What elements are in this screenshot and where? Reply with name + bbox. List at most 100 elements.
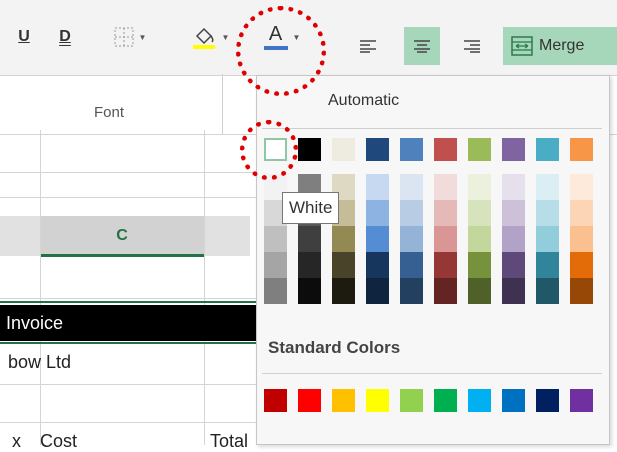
theme-shade-swatch[interactable] [366,252,389,278]
tooltip-text: White [289,198,333,217]
divider [262,373,602,374]
selection-border-top [0,301,256,303]
fill-color-button[interactable]: ▼ [185,18,235,56]
automatic-color-option[interactable]: Automatic [328,92,399,110]
divider [0,384,256,385]
divider [0,298,256,299]
standard-color-swatch[interactable] [536,389,559,412]
theme-shade-swatch[interactable] [434,278,457,304]
align-center-button[interactable] [404,27,440,65]
divider [0,197,256,198]
theme-shade-swatch[interactable] [264,226,287,252]
cell-cost[interactable]: Cost [40,431,77,452]
theme-shade-swatch[interactable] [366,200,389,226]
theme-shade-swatch[interactable] [366,226,389,252]
theme-shade-swatch[interactable] [400,226,423,252]
theme-shade-swatch[interactable] [502,226,525,252]
theme-color-swatch[interactable] [434,138,457,161]
theme-shade-swatch[interactable] [570,226,593,252]
theme-shade-swatch[interactable] [434,174,457,200]
double-underline-button[interactable]: D [50,18,80,56]
divider [0,422,256,423]
theme-shade-swatch[interactable] [298,252,321,278]
divider [204,130,205,445]
theme-shade-swatch[interactable] [570,252,593,278]
theme-shade-swatch[interactable] [366,174,389,200]
theme-shade-swatch[interactable] [468,252,491,278]
theme-shade-swatch[interactable] [536,174,559,200]
align-left-icon [360,40,376,53]
standard-color-swatch[interactable] [366,389,389,412]
theme-shade-swatch[interactable] [502,174,525,200]
double-underline-label: D [59,28,71,45]
standard-color-swatch[interactable] [570,389,593,412]
theme-shade-swatch[interactable] [536,252,559,278]
merge-label: Merge [539,37,585,54]
theme-shade-swatch[interactable] [468,226,491,252]
theme-color-swatch[interactable] [366,138,389,161]
theme-color-swatch[interactable] [536,138,559,161]
theme-shade-swatch[interactable] [400,278,423,304]
theme-shade-swatch[interactable] [502,278,525,304]
theme-shade-swatch[interactable] [434,200,457,226]
theme-shade-swatch[interactable] [434,226,457,252]
theme-shade-swatch[interactable] [332,252,355,278]
theme-shade-swatch[interactable] [570,200,593,226]
theme-color-swatch[interactable] [502,138,525,161]
theme-shade-swatch[interactable] [570,278,593,304]
theme-shade-swatch[interactable] [434,252,457,278]
theme-shade-swatch[interactable] [400,174,423,200]
theme-color-swatch[interactable] [400,138,423,161]
theme-shade-swatch[interactable] [400,252,423,278]
invoice-text: Invoice [6,312,64,333]
chevron-down-icon: ▼ [221,32,230,42]
font-group-label: Font [94,104,125,121]
theme-shade-swatch[interactable] [570,174,593,200]
underline-label: U [18,28,30,45]
theme-color-swatch[interactable] [570,138,593,161]
standard-color-swatch[interactable] [400,389,423,412]
group-separator [222,74,223,134]
theme-shade-swatch[interactable] [332,226,355,252]
standard-color-swatch[interactable] [332,389,355,412]
divider [262,128,602,129]
theme-shade-swatch[interactable] [502,200,525,226]
theme-shade-swatch[interactable] [502,252,525,278]
cell-company[interactable]: bow Ltd [8,352,71,373]
theme-shade-swatch[interactable] [468,278,491,304]
theme-shade-swatch[interactable] [536,226,559,252]
underline-button[interactable]: U [10,18,38,56]
selection-border-bottom [0,342,256,344]
align-right-button[interactable] [454,27,490,65]
cell-x[interactable]: x [12,431,21,452]
borders-button[interactable]: ▼ [108,18,152,56]
standard-color-swatch[interactable] [264,389,287,412]
theme-color-swatch[interactable] [468,138,491,161]
theme-shade-swatch[interactable] [264,278,287,304]
theme-shade-swatch[interactable] [468,174,491,200]
column-selected-indicator [40,254,204,257]
standard-color-swatch[interactable] [434,389,457,412]
theme-color-swatch[interactable] [298,138,321,161]
theme-shade-swatch[interactable] [400,200,423,226]
theme-shade-swatch[interactable] [264,252,287,278]
align-left-button[interactable] [350,27,386,65]
borders-icon [114,27,134,47]
merge-icon [511,36,533,56]
cell-total[interactable]: Total [210,431,248,452]
standard-color-swatch[interactable] [468,389,491,412]
standard-color-swatch[interactable] [298,389,321,412]
cell-invoice[interactable]: Invoice [0,305,256,341]
align-right-icon [464,40,480,53]
theme-shade-swatch[interactable] [298,278,321,304]
standard-color-swatch[interactable] [502,389,525,412]
merge-center-button[interactable]: Merge [503,27,617,65]
theme-shade-swatch[interactable] [298,226,321,252]
theme-shade-swatch[interactable] [536,278,559,304]
theme-shade-swatch[interactable] [332,278,355,304]
theme-shade-swatch[interactable] [536,200,559,226]
theme-shade-swatch[interactable] [366,278,389,304]
column-header-c[interactable]: C [40,216,204,256]
theme-shade-swatch[interactable] [468,200,491,226]
theme-color-swatch[interactable] [332,138,355,161]
